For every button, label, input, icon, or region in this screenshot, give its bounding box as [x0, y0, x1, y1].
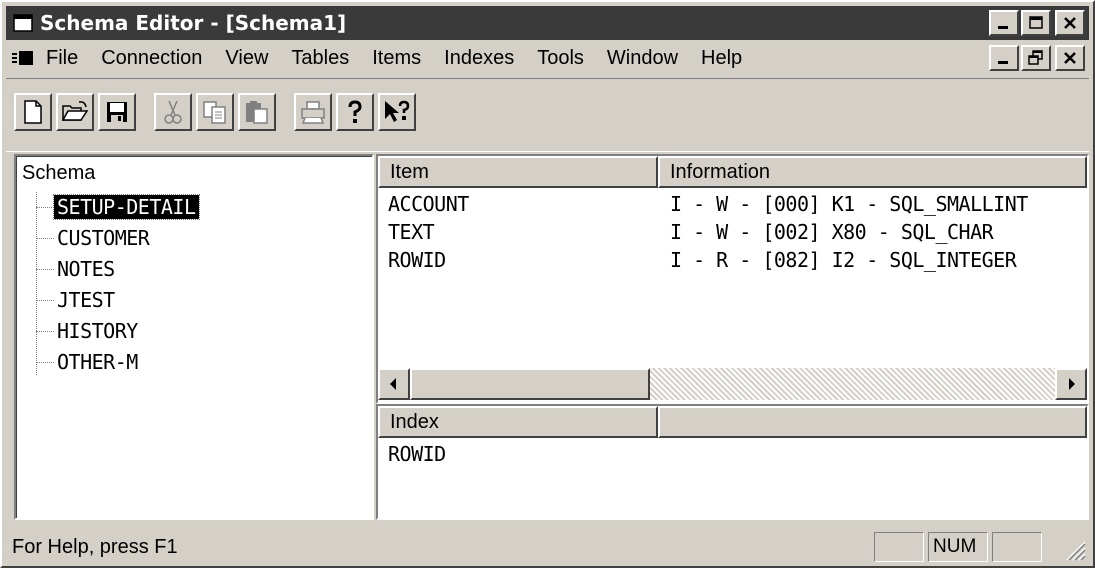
copy-button[interactable] [196, 93, 234, 131]
items-list[interactable]: Item Information ACCOUNT I - W - [000] K… [376, 154, 1089, 404]
tree-node-jtest[interactable]: JTEST [36, 285, 118, 315]
tree-node-notes[interactable]: NOTES [36, 254, 118, 284]
tree-node-label: SETUP-DETAIL [53, 194, 200, 220]
column-header-information[interactable]: Information [658, 156, 1087, 188]
paste-icon [246, 101, 268, 124]
minimize-icon [998, 26, 1008, 29]
horizontal-scrollbar[interactable] [378, 368, 1087, 400]
context-help-icon [385, 100, 410, 122]
tree-node-label: CUSTOMER [57, 226, 150, 250]
child-close-button[interactable] [1055, 45, 1085, 71]
new-file-icon [24, 100, 42, 124]
menu-help[interactable]: Help [701, 47, 742, 70]
cut-icon [164, 100, 182, 124]
cut-button[interactable] [154, 93, 192, 131]
status-text: For Help, press F1 [12, 536, 178, 558]
scroll-thumb[interactable] [410, 368, 650, 400]
tree-node-customer[interactable]: CUSTOMER [36, 223, 152, 253]
index-list[interactable]: Index ROWID [376, 404, 1089, 520]
menu-connection[interactable]: Connection [101, 47, 202, 70]
menu-bar: File Connection View Tables Items Indexe… [6, 42, 1089, 74]
index-cell[interactable]: ROWID [388, 442, 446, 470]
column-header-item[interactable]: Item [378, 156, 658, 188]
menu-tools[interactable]: Tools [537, 47, 584, 70]
new-button[interactable] [14, 93, 52, 131]
open-folder-icon [61, 101, 89, 121]
about-button[interactable] [336, 93, 374, 131]
context-help-button[interactable] [378, 93, 416, 131]
document-system-menu-icon[interactable] [12, 47, 34, 69]
menu-items[interactable]: Items [372, 47, 421, 70]
save-button[interactable] [98, 93, 136, 131]
arrow-left-icon [390, 378, 396, 390]
save-icon [107, 102, 127, 122]
resize-grip-icon[interactable] [1061, 536, 1087, 562]
tree-root-schema[interactable]: Schema [22, 162, 95, 185]
information-cell[interactable]: I - W - [000] K1 - SQL_SMALLINT [670, 192, 1028, 220]
column-header-index[interactable]: Index [378, 406, 658, 438]
scroll-left-button[interactable] [378, 368, 410, 400]
schema-tree[interactable]: Schema SETUP-DETAIL CUSTOMER NOTES JTEST… [14, 154, 374, 520]
tree-node-setup-detail[interactable]: SETUP-DETAIL [36, 192, 200, 222]
status-panel-caps [874, 532, 924, 562]
item-cell[interactable]: ACCOUNT [388, 192, 469, 220]
tree-node-label: HISTORY [57, 319, 138, 343]
arrow-right-icon [1069, 378, 1075, 390]
child-restore-button[interactable] [1021, 45, 1051, 71]
title-bar[interactable]: Schema Editor - [Schema1] [6, 6, 1089, 40]
menu-view[interactable]: View [225, 47, 268, 70]
toolbar [6, 78, 1089, 152]
paste-button[interactable] [238, 93, 276, 131]
information-cell[interactable]: I - W - [002] X80 - SQL_CHAR [670, 220, 994, 248]
item-cell[interactable]: TEXT [388, 220, 435, 248]
menu-indexes[interactable]: Indexes [444, 47, 514, 70]
help-icon [348, 100, 362, 123]
copy-icon [203, 101, 226, 124]
tree-node-label: OTHER-M [57, 350, 138, 374]
tree-node-label: NOTES [57, 257, 115, 281]
restore-icon [1028, 50, 1043, 65]
menu-file[interactable]: File [46, 47, 78, 70]
status-bar: For Help, press F1 NUM [6, 528, 1089, 564]
child-minimize-button[interactable] [989, 45, 1019, 71]
close-icon [1064, 17, 1076, 29]
scroll-right-button[interactable] [1055, 368, 1087, 400]
maximize-button[interactable] [1021, 10, 1051, 36]
print-button[interactable] [294, 93, 332, 131]
menu-window[interactable]: Window [607, 47, 678, 70]
open-button[interactable] [56, 93, 94, 131]
tree-node-other-m[interactable]: OTHER-M [36, 347, 141, 377]
tree-node-history[interactable]: HISTORY [36, 316, 141, 346]
minimize-icon [998, 61, 1008, 64]
app-window-icon[interactable] [12, 12, 34, 34]
app-window: Schema Editor - [Schema1] File Connectio… [0, 0, 1095, 568]
column-header-blank[interactable] [658, 406, 1087, 438]
menu-tables[interactable]: Tables [291, 47, 349, 70]
print-icon [301, 101, 325, 124]
window-title: Schema Editor - [Schema1] [40, 11, 347, 35]
close-icon [1064, 52, 1076, 64]
minimize-button[interactable] [989, 10, 1019, 36]
information-cell[interactable]: I - R - [082] I2 - SQL_INTEGER [670, 248, 1017, 276]
close-button[interactable] [1055, 10, 1085, 36]
status-panel-num: NUM [928, 532, 988, 562]
maximize-icon [1029, 16, 1043, 29]
item-cell[interactable]: ROWID [388, 248, 446, 276]
tree-node-label: JTEST [57, 288, 115, 312]
status-panel-scroll [992, 532, 1042, 562]
